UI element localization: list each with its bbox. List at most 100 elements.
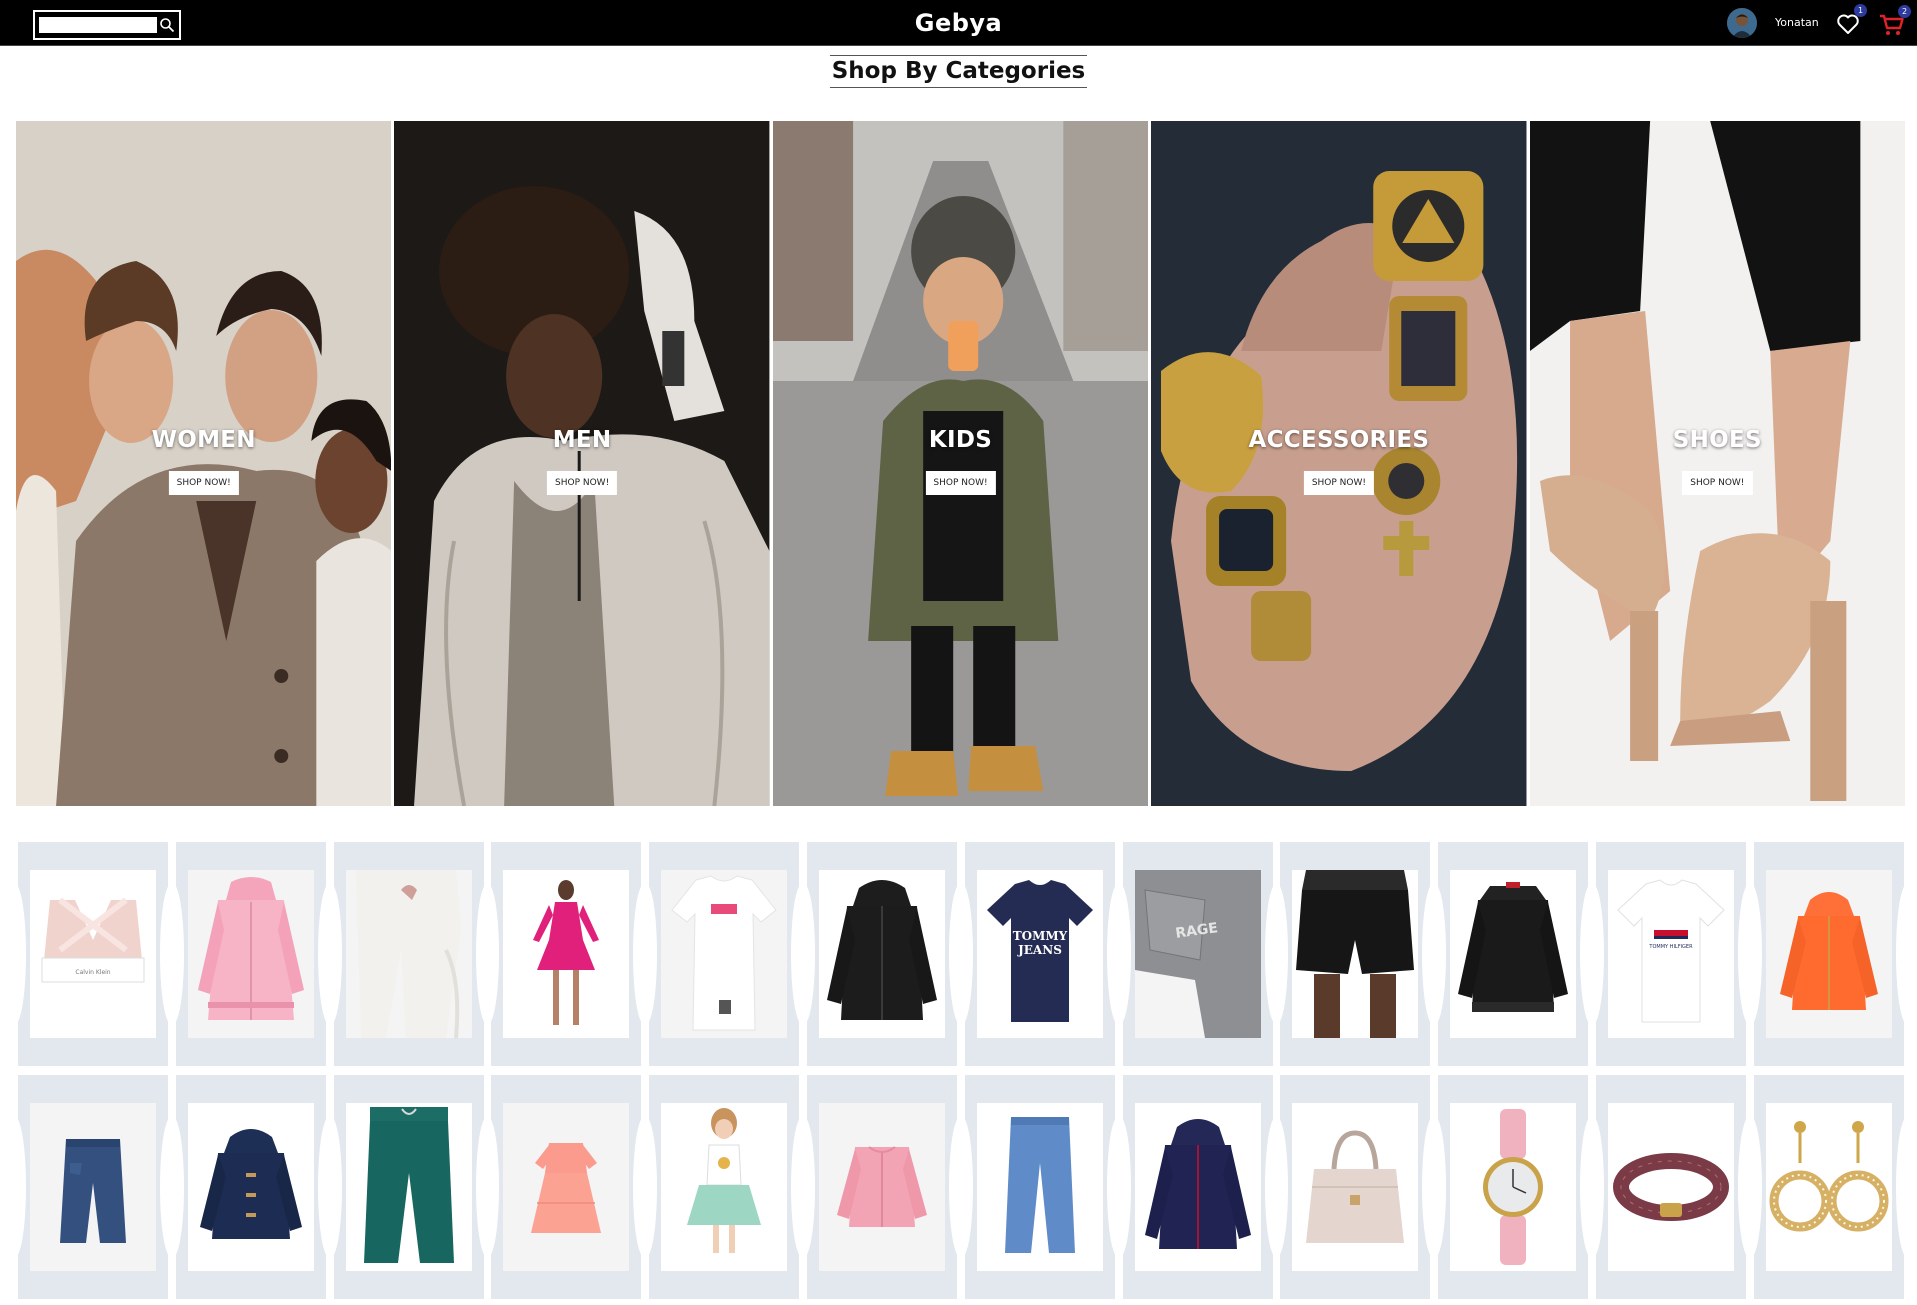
product-card[interactable]: RAGE bbox=[1122, 842, 1273, 1066]
product-image-frame bbox=[1292, 870, 1419, 1038]
product-image-frame: TOMMY HILFIGER bbox=[1607, 870, 1734, 1038]
product-image-frame bbox=[1765, 1103, 1892, 1271]
product-image-frame: RAGE bbox=[1134, 870, 1261, 1038]
product-card[interactable] bbox=[175, 1075, 326, 1299]
navy-duffle-coat-image bbox=[199, 1129, 302, 1239]
svg-text:JEANS: JEANS bbox=[1017, 943, 1062, 957]
product-image-frame bbox=[1292, 1103, 1419, 1271]
product-card[interactable] bbox=[1753, 1075, 1904, 1299]
top-nav-bar: Gebya Yonatan 1 2 bbox=[0, 0, 1917, 46]
product-card[interactable] bbox=[1438, 1075, 1589, 1299]
grey-jeans-image: RAGE bbox=[1134, 870, 1261, 1038]
pink-sports-bra-image: Calvin Klein bbox=[41, 897, 145, 983]
black-bomber-jacket-image bbox=[1458, 882, 1569, 1012]
product-card[interactable] bbox=[18, 1075, 168, 1299]
avatar[interactable] bbox=[1727, 8, 1757, 38]
peach-dress-image bbox=[531, 1143, 602, 1233]
user-name[interactable]: Yonatan bbox=[1775, 16, 1819, 29]
category-label-kids: KIDS bbox=[928, 427, 993, 453]
brown-belt-image bbox=[1612, 1153, 1729, 1221]
product-card[interactable] bbox=[806, 1075, 957, 1299]
product-image-frame bbox=[1134, 1103, 1261, 1271]
product-image-frame bbox=[661, 870, 788, 1038]
product-card[interactable]: TOMMY HILFIGER bbox=[1595, 842, 1746, 1066]
cart-count-badge: 2 bbox=[1898, 5, 1911, 18]
category-label-men: MEN bbox=[552, 427, 612, 453]
product-card[interactable] bbox=[175, 842, 326, 1066]
navy-tshirt-image: TOMMY JEANS bbox=[986, 880, 1093, 1022]
category-label-accessories: ACCESSORIES bbox=[1248, 427, 1430, 453]
product-image-frame bbox=[503, 1103, 630, 1271]
category-accessories[interactable]: ACCESSORIES SHOP NOW! bbox=[1151, 121, 1527, 806]
category-shoes[interactable]: SHOES SHOP NOW! bbox=[1529, 121, 1906, 806]
white-tommy-tshirt-image: TOMMY HILFIGER bbox=[1617, 879, 1725, 1023]
pink-dress-image bbox=[533, 880, 600, 1025]
svg-text:TOMMY: TOMMY bbox=[1013, 929, 1068, 943]
product-image-frame bbox=[345, 870, 472, 1038]
product-image-frame bbox=[1765, 870, 1892, 1038]
product-image-frame bbox=[1450, 870, 1577, 1038]
product-image-frame bbox=[187, 870, 314, 1038]
men-category-image bbox=[394, 121, 770, 806]
cart-button[interactable]: 2 bbox=[1877, 5, 1911, 39]
product-card[interactable] bbox=[491, 1075, 642, 1299]
category-kids[interactable]: KIDS SHOP NOW! bbox=[772, 121, 1149, 806]
category-label-shoes: SHOES bbox=[1672, 427, 1762, 453]
product-card[interactable] bbox=[1122, 1075, 1273, 1299]
white-tshirt-dress-image bbox=[671, 875, 777, 1031]
product-card[interactable] bbox=[1280, 842, 1431, 1066]
category-men[interactable]: MEN SHOP NOW! bbox=[394, 121, 770, 806]
product-card[interactable]: Calvin Klein bbox=[18, 842, 168, 1066]
product-card[interactable] bbox=[649, 1075, 800, 1299]
svg-text:Calvin Klein: Calvin Klein bbox=[75, 969, 110, 976]
shop-now-button-women[interactable]: SHOP NOW! bbox=[168, 471, 239, 495]
product-image-frame bbox=[345, 1103, 472, 1271]
product-card[interactable] bbox=[649, 842, 800, 1066]
category-panels: WOMEN SHOP NOW! MEN SHOP NOW! KIDS SHOP … bbox=[16, 121, 1906, 806]
category-label-women: WOMEN bbox=[151, 427, 256, 453]
shop-now-button-kids[interactable]: SHOP NOW! bbox=[925, 471, 996, 495]
product-image-frame: Calvin Klein bbox=[30, 870, 156, 1038]
product-card[interactable] bbox=[1753, 842, 1904, 1066]
category-women[interactable]: WOMEN SHOP NOW! bbox=[16, 121, 392, 806]
product-image-frame bbox=[187, 1103, 314, 1271]
product-card[interactable] bbox=[491, 842, 642, 1066]
kids-category-image bbox=[772, 121, 1149, 806]
wishlist-count-badge: 1 bbox=[1854, 4, 1867, 17]
brand-logo[interactable]: Gebya bbox=[915, 9, 1003, 37]
wishlist-button[interactable]: 1 bbox=[1834, 4, 1867, 39]
product-image-frame bbox=[1450, 1103, 1577, 1271]
black-shorts-image bbox=[1296, 870, 1415, 1038]
search-box bbox=[33, 10, 181, 40]
product-card[interactable] bbox=[333, 842, 484, 1066]
product-image-frame bbox=[661, 1103, 788, 1271]
shop-now-button-men[interactable]: SHOP NOW! bbox=[547, 471, 618, 495]
product-image-frame bbox=[503, 870, 630, 1038]
product-image-frame: TOMMY JEANS bbox=[976, 870, 1103, 1038]
shop-now-button-shoes[interactable]: SHOP NOW! bbox=[1682, 471, 1753, 495]
product-card[interactable] bbox=[1280, 1075, 1431, 1299]
shoes-category-image bbox=[1529, 121, 1906, 806]
navy-zip-hoodie-image bbox=[1144, 1119, 1251, 1249]
product-card[interactable] bbox=[333, 1075, 484, 1299]
product-card[interactable] bbox=[806, 842, 957, 1066]
product-image-frame bbox=[976, 1103, 1103, 1271]
accessories-category-image bbox=[1151, 121, 1527, 806]
product-grid: Calvin Klein TOMMY JEANS RAGE TOMMY HILF… bbox=[18, 842, 1904, 1299]
product-card[interactable] bbox=[1438, 842, 1589, 1066]
product-card[interactable] bbox=[1595, 1075, 1746, 1299]
women-category-image bbox=[16, 121, 392, 806]
shop-now-button-accessories[interactable]: SHOP NOW! bbox=[1303, 471, 1375, 495]
girl-outfit-image bbox=[687, 1108, 762, 1253]
product-card[interactable]: TOMMY JEANS bbox=[964, 842, 1115, 1066]
product-image-frame bbox=[30, 1103, 156, 1271]
pink-jacket-image bbox=[197, 877, 304, 1020]
search-input[interactable] bbox=[39, 17, 157, 33]
gold-earrings-image bbox=[1769, 1121, 1889, 1232]
white-jeans-image bbox=[355, 870, 461, 1038]
search-icon[interactable] bbox=[158, 16, 176, 34]
pink-kids-jacket-image bbox=[836, 1146, 927, 1227]
product-image-frame bbox=[818, 1103, 945, 1271]
teal-joggers-image bbox=[363, 1107, 454, 1263]
product-card[interactable] bbox=[964, 1075, 1115, 1299]
